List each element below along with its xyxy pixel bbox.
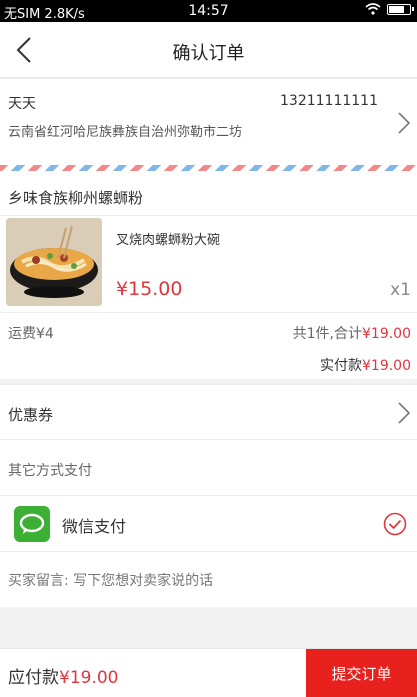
page-title: 确认订单	[172, 43, 245, 64]
other-payment-label: 其它方式支付	[8, 463, 92, 479]
chevron-right-icon	[398, 112, 411, 134]
noodle-bowl-illustration	[6, 218, 102, 306]
product-quantity: x1	[390, 280, 411, 300]
checkout-bar: 应付款¥19.00 提交订单	[0, 648, 417, 697]
wechat-icon	[14, 506, 50, 542]
shop-name: 乡味食族柳州螺蛳粉	[8, 189, 144, 207]
product-name: 叉烧肉螺蛳粉大碗	[116, 233, 221, 248]
address-card[interactable]: 天天 13211111111 云南省红河哈尼族彝族自治州弥勒市二坊	[0, 79, 417, 165]
chevron-right-icon	[398, 402, 411, 424]
total-label: 应付款	[8, 668, 59, 688]
navbar: 确认订单	[0, 22, 417, 78]
subtotal-value: ¥19.00	[362, 326, 411, 342]
divider	[0, 215, 417, 216]
buyer-message-placeholder: 买家留言: 写下您想对卖家说的话	[8, 573, 214, 589]
coupon-label: 优惠券	[8, 406, 54, 424]
check-circle-icon[interactable]	[383, 512, 407, 536]
total-payable: 应付款¥19.00	[8, 663, 118, 688]
total-value: ¥19.00	[59, 668, 119, 688]
amount-paid: 实付款¥19.00	[320, 355, 411, 375]
wechat-pay-label: 微信支付	[62, 517, 127, 536]
submit-order-button[interactable]: 提交订单	[306, 649, 417, 697]
order-shop-section: 乡味食族柳州螺蛳粉 叉烧肉螺蛳粉大碗 ¥15.00 x1 运费¥4 共1件,合计…	[0, 171, 417, 379]
divider	[0, 312, 417, 313]
clock: 14:57	[188, 3, 229, 19]
paid-label: 实付款	[320, 358, 362, 374]
subtotal-label: 共1件,合计	[292, 326, 362, 342]
other-payment-row: 其它方式支付	[0, 440, 417, 496]
shipping-fee: 运费¥4	[8, 326, 54, 342]
battery-icon	[387, 3, 414, 15]
paid-value: ¥19.00	[362, 358, 411, 374]
recipient-phone: 13211111111	[280, 93, 378, 109]
wechat-pay-option[interactable]: 微信支付	[0, 496, 417, 552]
wifi-icon	[365, 3, 381, 15]
status-bar: 无SIM 2.8K/s 14:57	[0, 0, 417, 22]
status-icons	[365, 3, 414, 15]
recipient-name: 天天	[8, 96, 36, 112]
product-price: ¥15.00	[116, 278, 183, 300]
buyer-message-field[interactable]: 买家留言: 写下您想对卖家说的话	[0, 552, 417, 607]
coupon-row[interactable]: 优惠券	[0, 384, 417, 440]
order-subtotal: 共1件,合计¥19.00	[293, 323, 411, 343]
product-image	[6, 218, 102, 306]
recipient-address: 云南省红河哈尼族彝族自治州弥勒市二坊	[8, 125, 243, 140]
